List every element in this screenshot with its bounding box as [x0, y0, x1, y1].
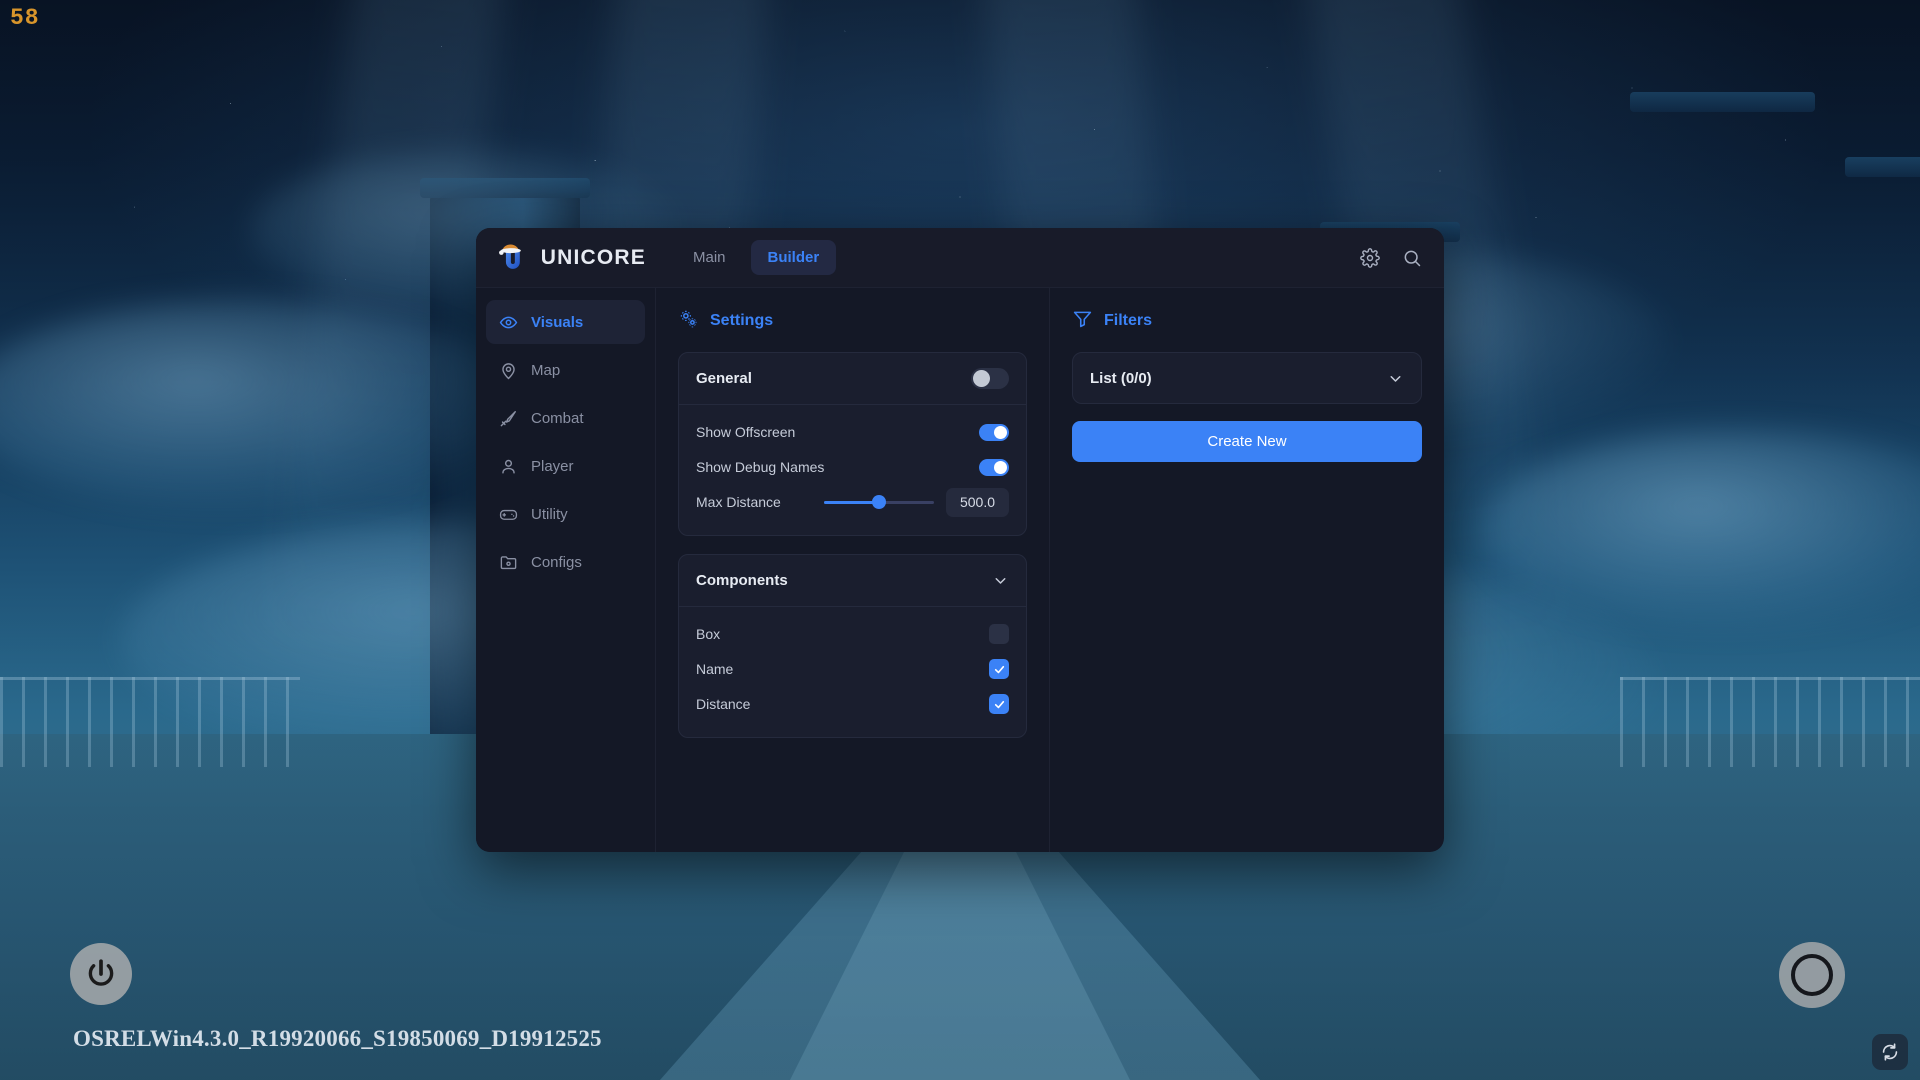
toggle-knob: [973, 370, 990, 387]
box-checkbox[interactable]: [989, 624, 1009, 644]
components-title: Components: [696, 572, 788, 589]
folder-gear-icon: [499, 553, 518, 572]
rotate-icon: [1879, 1041, 1901, 1063]
component-label: Name: [696, 661, 733, 677]
sidebar-item-map[interactable]: Map: [486, 348, 645, 392]
eye-icon: [499, 313, 518, 332]
general-card-header: General: [679, 353, 1026, 405]
funnel-icon: [1072, 308, 1093, 334]
menu-tabs: Main Builder: [676, 240, 836, 275]
setting-label: Show Debug Names: [696, 459, 824, 475]
map-pin-icon: [499, 361, 518, 380]
general-master-toggle[interactable]: [971, 368, 1009, 389]
slider-thumb[interactable]: [872, 495, 886, 509]
sidebar-item-player[interactable]: Player: [486, 444, 645, 488]
power-icon: [84, 957, 118, 991]
distance-checkbox[interactable]: [989, 694, 1009, 714]
show-offscreen-toggle[interactable]: [979, 424, 1009, 441]
build-version-string: OSRELWin4.3.0_R19920066_S19850069_D19912…: [73, 1026, 602, 1052]
person-icon: [499, 457, 518, 476]
menu-topbar: UNICORE Main Builder: [476, 228, 1444, 288]
tab-builder[interactable]: Builder: [751, 240, 837, 275]
settings-header: Settings: [678, 308, 1027, 334]
power-button[interactable]: [70, 943, 132, 1005]
sword-icon: [499, 409, 518, 428]
setting-row: Show Debug Names: [696, 451, 1009, 483]
tab-main[interactable]: Main: [676, 240, 743, 275]
chevron-down-icon[interactable]: [1387, 370, 1404, 387]
sidebar-item-configs[interactable]: Configs: [486, 540, 645, 584]
component-row: Box: [696, 618, 1009, 650]
sidebar-item-label: Utility: [531, 506, 568, 523]
settings-title: Settings: [710, 312, 773, 330]
gear-icon[interactable]: [1360, 248, 1380, 268]
filters-header: Filters: [1072, 308, 1422, 334]
unicore-u-santa-hat-logo: [496, 241, 530, 275]
brand-name: UNICORE: [541, 246, 646, 270]
setting-label: Show Offscreen: [696, 424, 795, 440]
chevron-down-icon[interactable]: [992, 572, 1009, 589]
check-icon: [993, 698, 1006, 711]
menu-body: Visuals Map Combat: [476, 288, 1444, 852]
joystick-ring: [1791, 954, 1833, 996]
filter-list-label: List (0/0): [1090, 370, 1152, 387]
sidebar-item-combat[interactable]: Combat: [486, 396, 645, 440]
check-icon: [993, 663, 1006, 676]
fps-counter: 58: [10, 5, 40, 31]
toggle-knob: [994, 461, 1007, 474]
sidebar-item-label: Visuals: [531, 314, 583, 331]
name-checkbox[interactable]: [989, 659, 1009, 679]
general-card-body: Show Offscreen Show Debug Names: [679, 405, 1026, 535]
components-card: Components Box Name: [678, 554, 1027, 738]
component-label: Box: [696, 626, 720, 642]
component-label: Distance: [696, 696, 750, 712]
max-distance-slider[interactable]: [824, 494, 934, 510]
setting-row: Show Offscreen: [696, 416, 1009, 448]
double-gear-icon: [678, 308, 699, 334]
filters-column: Filters List (0/0) Create New: [1050, 288, 1444, 852]
virtual-joystick[interactable]: [1779, 942, 1845, 1008]
components-card-body: Box Name Distanc: [679, 607, 1026, 737]
sidebar-item-label: Combat: [531, 410, 584, 427]
filter-list-select[interactable]: List (0/0): [1072, 352, 1422, 404]
topbar-actions: [1360, 248, 1422, 268]
gamepad-icon: [499, 505, 518, 524]
general-title: General: [696, 370, 752, 387]
toggle-knob: [994, 426, 1007, 439]
components-card-header[interactable]: Components: [679, 555, 1026, 607]
sidebar: Visuals Map Combat: [476, 288, 656, 852]
setting-row: Max Distance 500.0: [696, 486, 1009, 518]
component-row: Name: [696, 653, 1009, 685]
unicore-menu-panel: UNICORE Main Builder: [476, 228, 1444, 852]
sidebar-item-label: Player: [531, 458, 574, 475]
settings-column: Settings General Show Offscreen: [656, 288, 1050, 852]
sidebar-item-visuals[interactable]: Visuals: [486, 300, 645, 344]
search-icon[interactable]: [1402, 248, 1422, 268]
show-debug-names-toggle[interactable]: [979, 459, 1009, 476]
general-card: General Show Offscreen: [678, 352, 1027, 536]
max-distance-value[interactable]: 500.0: [946, 488, 1009, 517]
sidebar-item-label: Configs: [531, 554, 582, 571]
brand: UNICORE: [496, 241, 646, 275]
sidebar-item-utility[interactable]: Utility: [486, 492, 645, 536]
filters-title: Filters: [1104, 312, 1152, 330]
sidebar-item-label: Map: [531, 362, 560, 379]
create-new-button[interactable]: Create New: [1072, 421, 1422, 462]
component-row: Distance: [696, 688, 1009, 720]
slider-fill: [824, 501, 879, 504]
setting-label: Max Distance: [696, 494, 781, 510]
rotate-screen-button[interactable]: [1872, 1034, 1908, 1070]
